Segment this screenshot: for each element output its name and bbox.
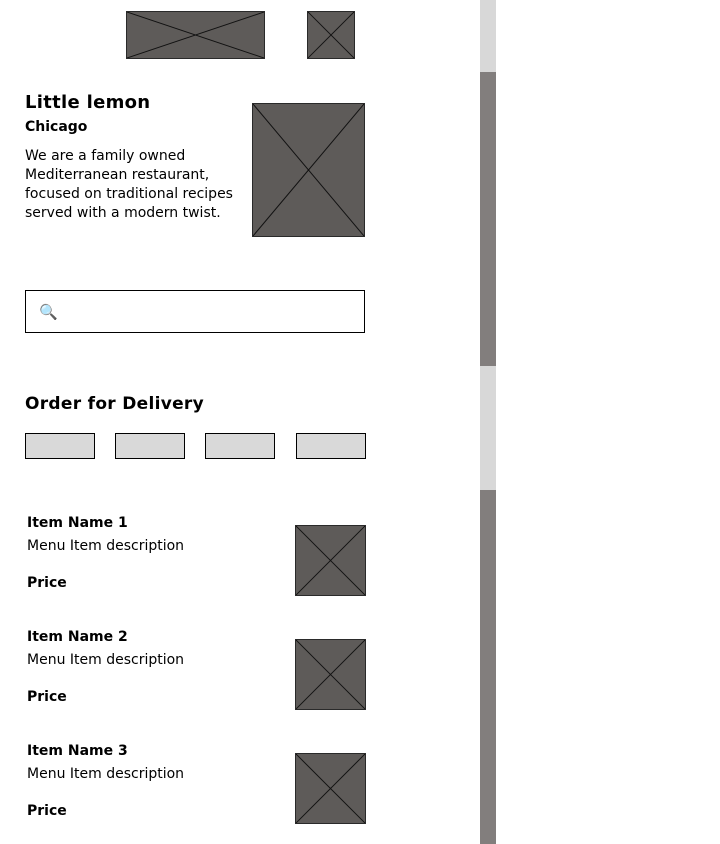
restaurant-description: We are a family owned Mediterranean rest… [25, 148, 233, 221]
logo-image-placeholder [126, 11, 265, 59]
category-chip-3[interactable] [205, 433, 275, 459]
restaurant-city: Chicago [25, 119, 88, 135]
menu-item-image-placeholder[interactable] [295, 753, 366, 824]
search-input[interactable] [66, 299, 356, 324]
category-chip-1[interactable] [25, 433, 95, 459]
menu-item-description: Menu Item description [27, 538, 185, 554]
scrollbar-thumb[interactable] [480, 72, 496, 366]
app-screen: Little lemon Chicago We are a family own… [0, 0, 720, 844]
category-chip-2[interactable] [115, 433, 185, 459]
menu-item-name[interactable]: Item Name 3 [27, 743, 128, 759]
search-icon: 🔍 [39, 303, 58, 321]
category-chip-4[interactable] [296, 433, 366, 459]
menu-item-name[interactable]: Item Name 2 [27, 629, 128, 645]
delivery-section-title: Order for Delivery [25, 394, 204, 414]
menu-item-price: Price [27, 575, 67, 591]
menu-item-image-placeholder[interactable] [295, 639, 366, 710]
restaurant-name: Little lemon [25, 92, 151, 113]
scrollbar-thumb-lower[interactable] [480, 490, 496, 844]
search-field[interactable]: 🔍 [25, 290, 365, 333]
menu-item-name[interactable]: Item Name 1 [27, 515, 128, 531]
menu-item-price: Price [27, 803, 67, 819]
menu-item-description: Menu Item description [27, 766, 185, 782]
menu-item-image-placeholder[interactable] [295, 525, 366, 596]
menu-item-price: Price [27, 689, 67, 705]
basket-icon[interactable] [307, 11, 355, 59]
hero-image-placeholder [252, 103, 365, 237]
menu-item-description: Menu Item description [27, 652, 185, 668]
